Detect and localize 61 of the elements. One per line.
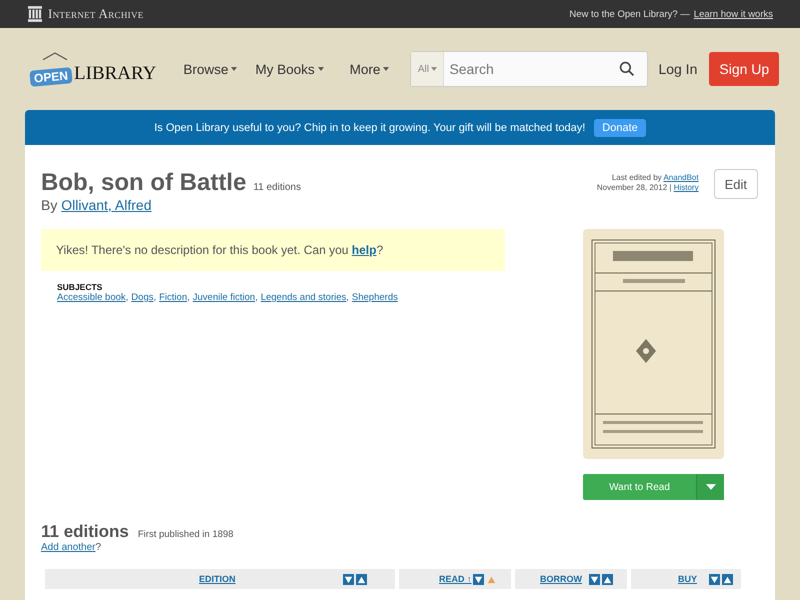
by-label: By — [41, 197, 58, 213]
dropdown-button[interactable] — [696, 474, 724, 500]
nav-menu[interactable]: More — [350, 62, 390, 76]
last-edited-label: Last edited by — [612, 173, 662, 182]
nav-menu[interactable]: My Books — [255, 62, 324, 76]
book-title: Bob, son of Battle — [41, 169, 246, 197]
open-library-logo[interactable]: OPEN LIBRARY — [30, 51, 156, 87]
sort-down-icon[interactable] — [589, 574, 600, 584]
donate-button[interactable]: Donate — [594, 118, 646, 136]
caret-icon — [318, 67, 324, 71]
help-link[interactable]: help — [352, 243, 376, 257]
comma: , — [187, 292, 190, 303]
search-field[interactable]: Search — [444, 60, 620, 78]
sort-up-icon[interactable] — [356, 574, 367, 584]
search-icon[interactable] — [619, 61, 636, 77]
edited-date: November 28, 2012 | — [596, 183, 672, 192]
want-to-read-button[interactable]: Want to Read — [583, 474, 696, 500]
comma: , — [255, 292, 258, 303]
author-link[interactable]: Ollivant, Alfred — [61, 197, 152, 213]
subject-link[interactable]: Juvenile fiction — [192, 292, 256, 303]
sign-up-button[interactable]: Sign Up — [709, 52, 780, 86]
search-bar[interactable]: All Search — [410, 51, 648, 87]
temple-icon — [28, 6, 42, 22]
sort-down-icon[interactable] — [709, 574, 720, 584]
comma: , — [153, 292, 156, 303]
caret-icon — [231, 67, 238, 71]
question-mark: ? — [96, 542, 102, 553]
caret-icon — [383, 67, 390, 71]
subject-link[interactable]: Accessible book — [57, 292, 126, 303]
sort-link[interactable]: BUY — [678, 574, 698, 584]
editions-heading: 11 editions — [41, 522, 129, 542]
sort-link[interactable]: EDITION — [199, 574, 236, 584]
sort-link[interactable]: READ ↑ — [439, 574, 472, 584]
editions-count: 11 editions — [253, 182, 301, 193]
nav-menu[interactable]: Browse — [183, 62, 238, 76]
sort-down-icon[interactable] — [343, 574, 354, 584]
new-user-prompt: New to the Open Library? — — [569, 8, 690, 20]
edit-button[interactable]: Edit — [714, 169, 758, 199]
learn-how-link[interactable]: Learn how it works — [694, 8, 773, 20]
log-in-link[interactable]: Log In — [658, 61, 698, 77]
description-text: Yikes! There's no description for this book yet. Can you help? — [56, 243, 384, 257]
caret-icon — [706, 484, 716, 490]
add-another-link[interactable]: Add another — [41, 542, 96, 553]
sort-up-icon[interactable] — [602, 574, 613, 584]
sort-link[interactable]: BORROW — [540, 574, 582, 584]
internet-archive-logo[interactable]: Internet Archive — [48, 6, 144, 22]
subject-link[interactable]: Legends and stories — [260, 292, 346, 303]
sort-down-icon[interactable] — [473, 574, 484, 584]
search-scope-dropdown[interactable]: All — [411, 52, 444, 86]
caret-icon — [431, 67, 437, 71]
comma: , — [126, 292, 128, 303]
sort-up-icon[interactable] — [722, 574, 733, 584]
editor-link[interactable]: AnandBot — [663, 173, 699, 182]
history-link[interactable]: History — [674, 183, 699, 192]
comma: , — [346, 292, 349, 303]
subject-link[interactable]: Shepherds — [352, 292, 398, 303]
subjects-heading: SUBJECTS — [57, 282, 104, 292]
subject-link[interactable]: Fiction — [159, 292, 188, 303]
donation-message: Is Open Library useful to you? Chip in to keep it growing. Your gift will be matched today! — [154, 122, 586, 134]
subject-link[interactable]: Dogs — [131, 292, 154, 303]
first-published: First published in 1898 — [138, 529, 234, 540]
